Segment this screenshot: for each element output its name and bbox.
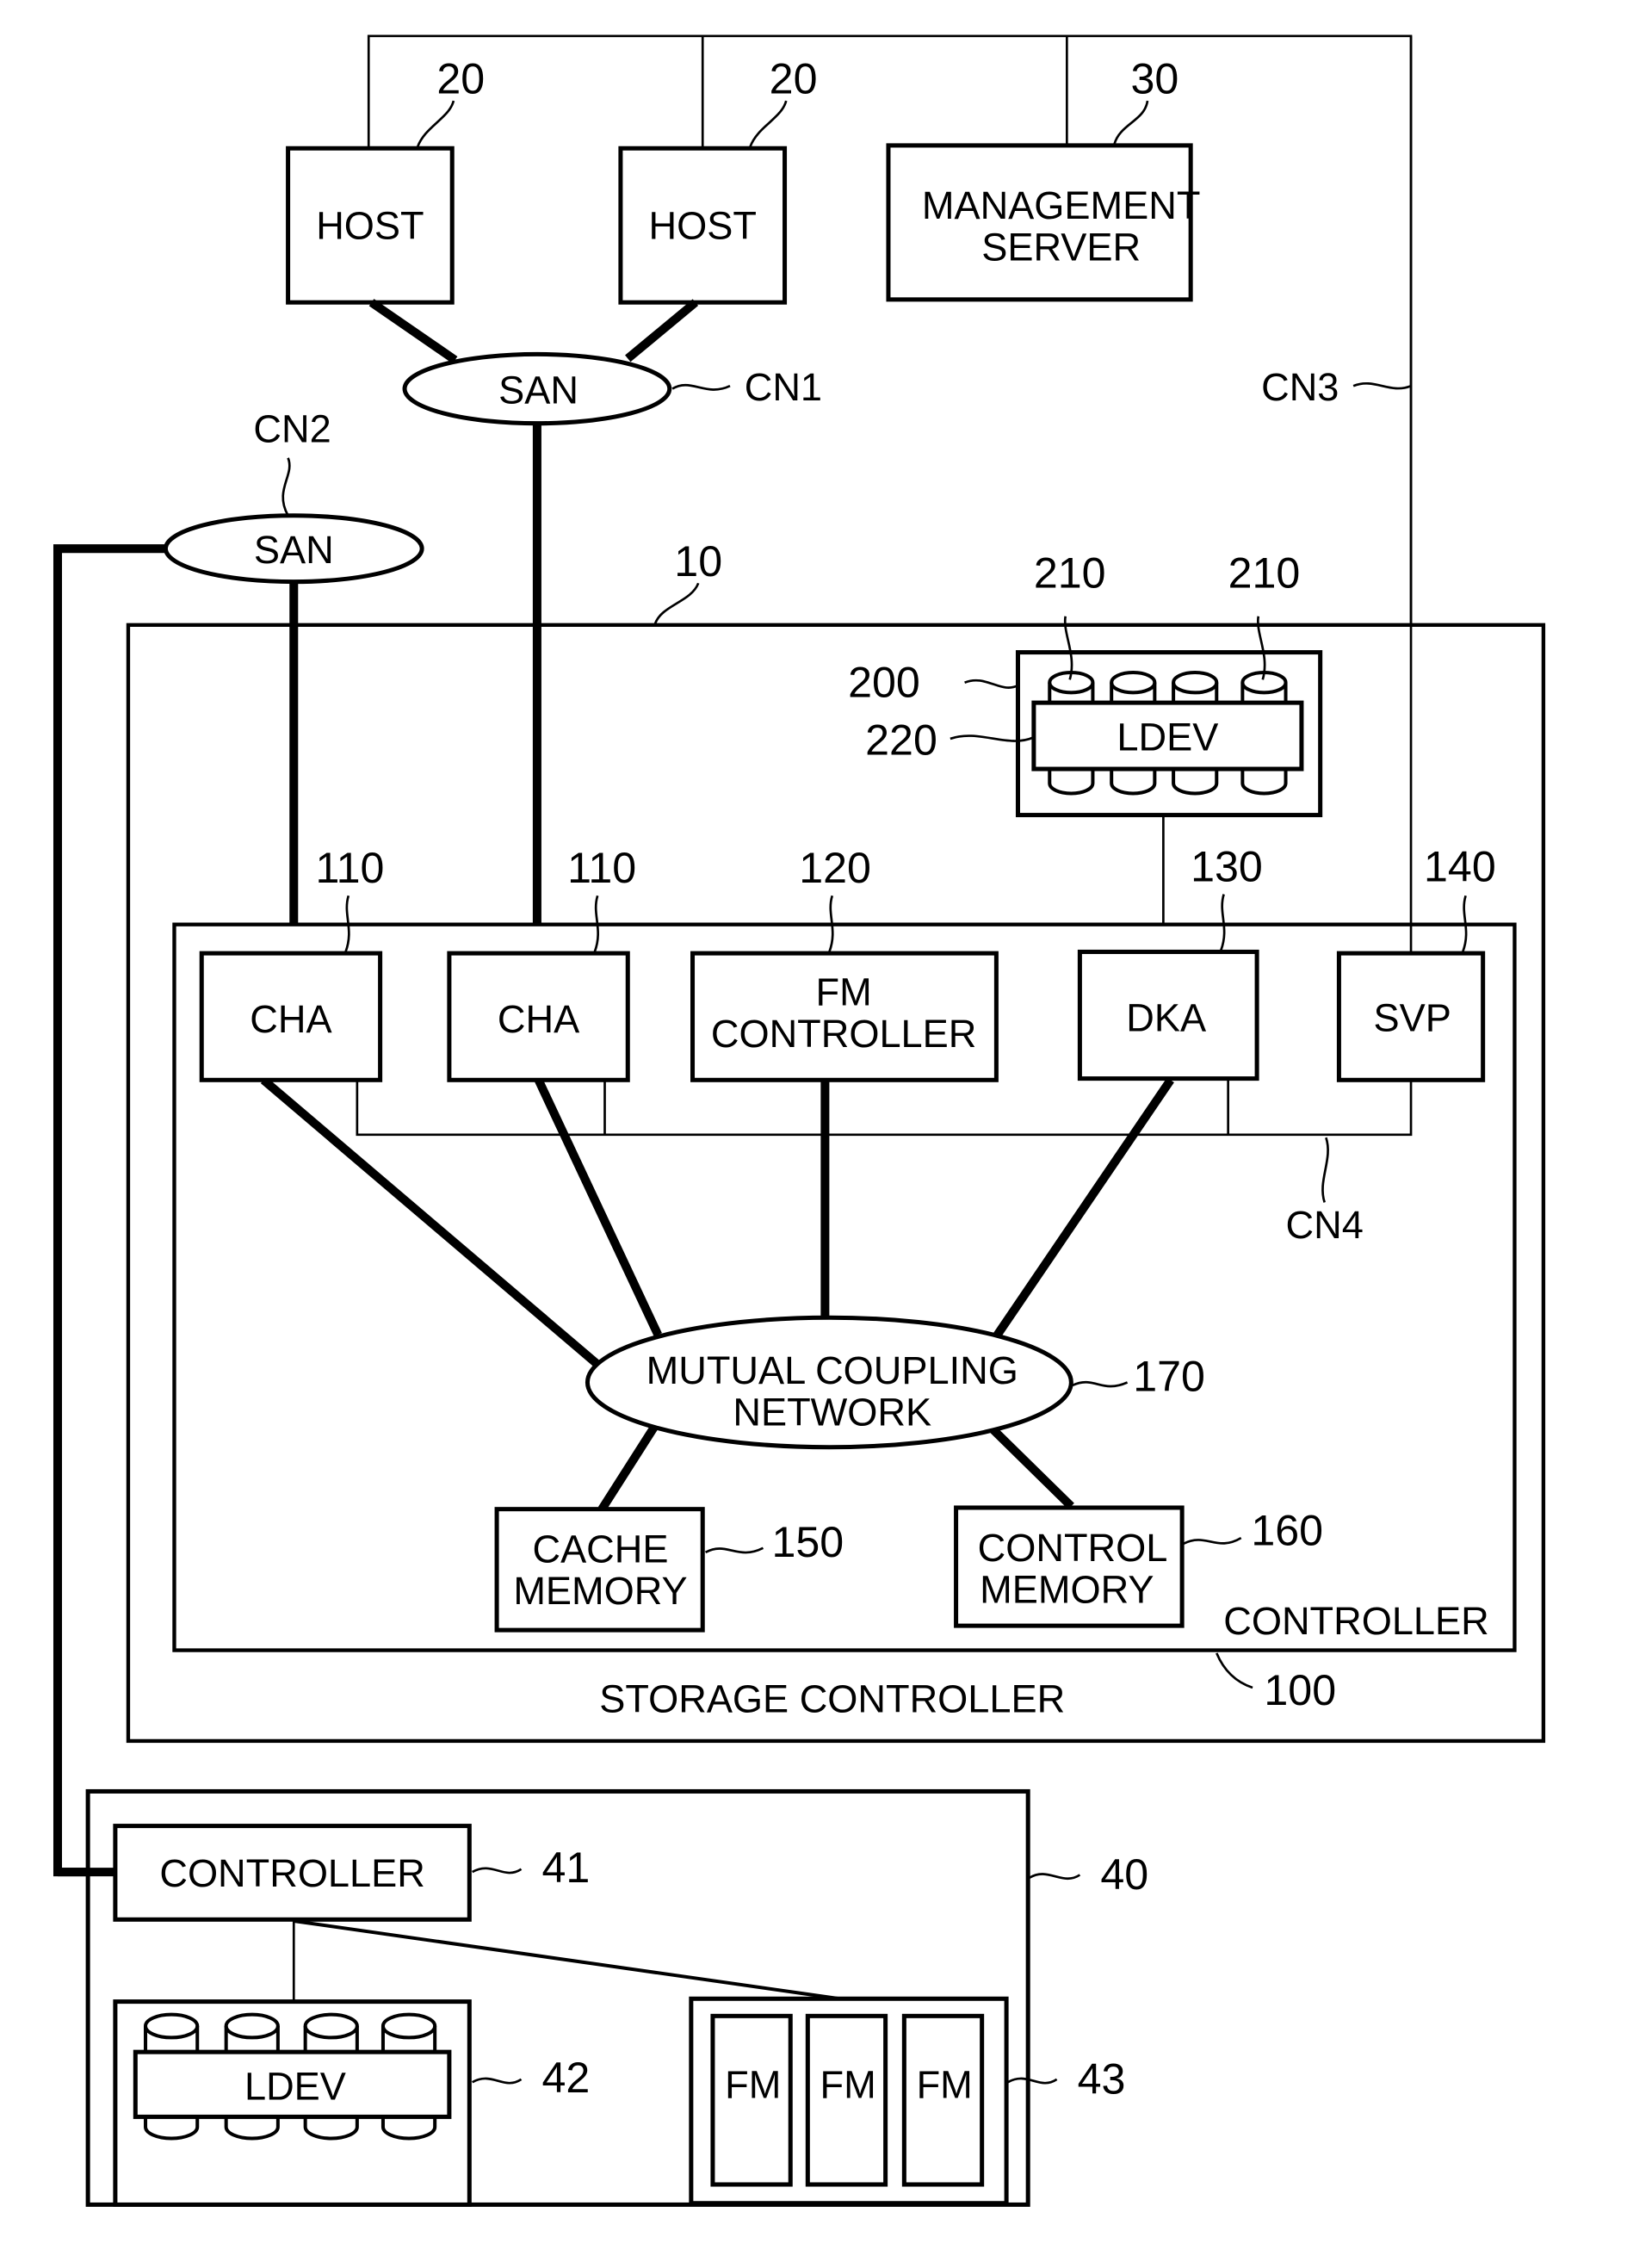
control-memory-label-line1: CONTROL: [978, 1526, 1168, 1570]
fm-module-label: FM: [725, 2063, 781, 2107]
fm-module: FM: [710, 2013, 793, 2187]
storage-system-ref: 10: [674, 537, 722, 586]
cn3-ref: CN3: [1261, 365, 1339, 409]
fm-module-label: FM: [820, 2063, 876, 2107]
external-controller-ref: 41: [541, 1844, 590, 1892]
external-storage-ref: 40: [1100, 1850, 1148, 1899]
storage-controller-label: STORAGE CONTROLLER: [599, 1676, 1065, 1720]
cha-ref: 110: [316, 844, 385, 892]
network-ref: 170: [1133, 1353, 1205, 1401]
host-ref: 20: [436, 55, 485, 103]
disk-ref: 210: [1034, 548, 1106, 597]
management-server-label-line1: MANAGEMENT: [922, 183, 1201, 227]
dka-ref: 130: [1191, 842, 1263, 890]
san-cn2-ref: CN2: [253, 406, 331, 450]
cha-label: CHA: [498, 997, 580, 1041]
external-ldev-label: LDEV: [244, 2064, 346, 2108]
fm-module: FM: [805, 2013, 888, 2187]
host-ref: 20: [770, 55, 818, 103]
fm-module: FM: [901, 2013, 985, 2187]
storage-controller-ref: 100: [1264, 1666, 1336, 1714]
cache-ref: 150: [771, 1518, 844, 1566]
cha-ref: 110: [567, 844, 636, 892]
management-server-ref: 30: [1130, 55, 1178, 103]
management-server-label-line2: SERVER: [981, 226, 1141, 270]
external-fm-group: FM FM FM 43: [689, 1996, 1126, 2206]
ldev-ref: 220: [865, 716, 937, 764]
external-fm-ref: 43: [1078, 2055, 1126, 2104]
controller-label: CONTROLLER: [1223, 1599, 1489, 1643]
host-label: HOST: [316, 204, 424, 248]
svp-ref: 140: [1424, 842, 1496, 890]
san-label: SAN: [254, 528, 334, 572]
host-node: HOST 20: [286, 55, 485, 305]
san-cn2: SAN CN2: [163, 406, 424, 585]
cache-label-line1: CACHE: [532, 1527, 668, 1571]
ldev-label: LDEV: [1117, 715, 1218, 759]
cn4-ref: CN4: [1286, 1203, 1364, 1247]
fm-controller-label-line1: FM: [816, 970, 872, 1013]
storage-system-diagram: HOST 20 HOST 20 MANAGEMENT SERVER 30 CN3…: [53, 34, 1546, 2207]
fm-module-label: FM: [917, 2063, 973, 2107]
management-server: MANAGEMENT SERVER 30: [886, 55, 1201, 302]
external-storage: 40 CONTROLLER 41 LDEV 42 FM FM FM 43: [85, 1788, 1148, 2207]
dka-label: DKA: [1126, 995, 1207, 1039]
external-ldev-ref: 42: [541, 2054, 590, 2102]
network-label-line2: NETWORK: [733, 1391, 931, 1435]
external-controller-label: CONTROLLER: [159, 1851, 425, 1895]
control-memory-ref: 160: [1251, 1506, 1323, 1554]
cache-label-line2: MEMORY: [513, 1569, 687, 1613]
network-label-line1: MUTUAL COUPLING: [646, 1348, 1018, 1392]
disk-unit-ref: 200: [848, 658, 920, 706]
san-label: SAN: [498, 368, 578, 412]
svp-label: SVP: [1374, 995, 1451, 1039]
san-cn1: SAN CN1: [402, 351, 822, 426]
fm-controller-label-line2: CONTROLLER: [711, 1012, 977, 1056]
host-node: HOST 20: [618, 55, 818, 305]
control-memory-label-line2: MEMORY: [980, 1567, 1154, 1611]
disk-ref: 210: [1228, 548, 1301, 597]
san-cn1-ref: CN1: [745, 365, 822, 409]
cha-label: CHA: [250, 997, 332, 1041]
host-label: HOST: [649, 204, 757, 248]
fm-controller-ref: 120: [799, 844, 871, 892]
